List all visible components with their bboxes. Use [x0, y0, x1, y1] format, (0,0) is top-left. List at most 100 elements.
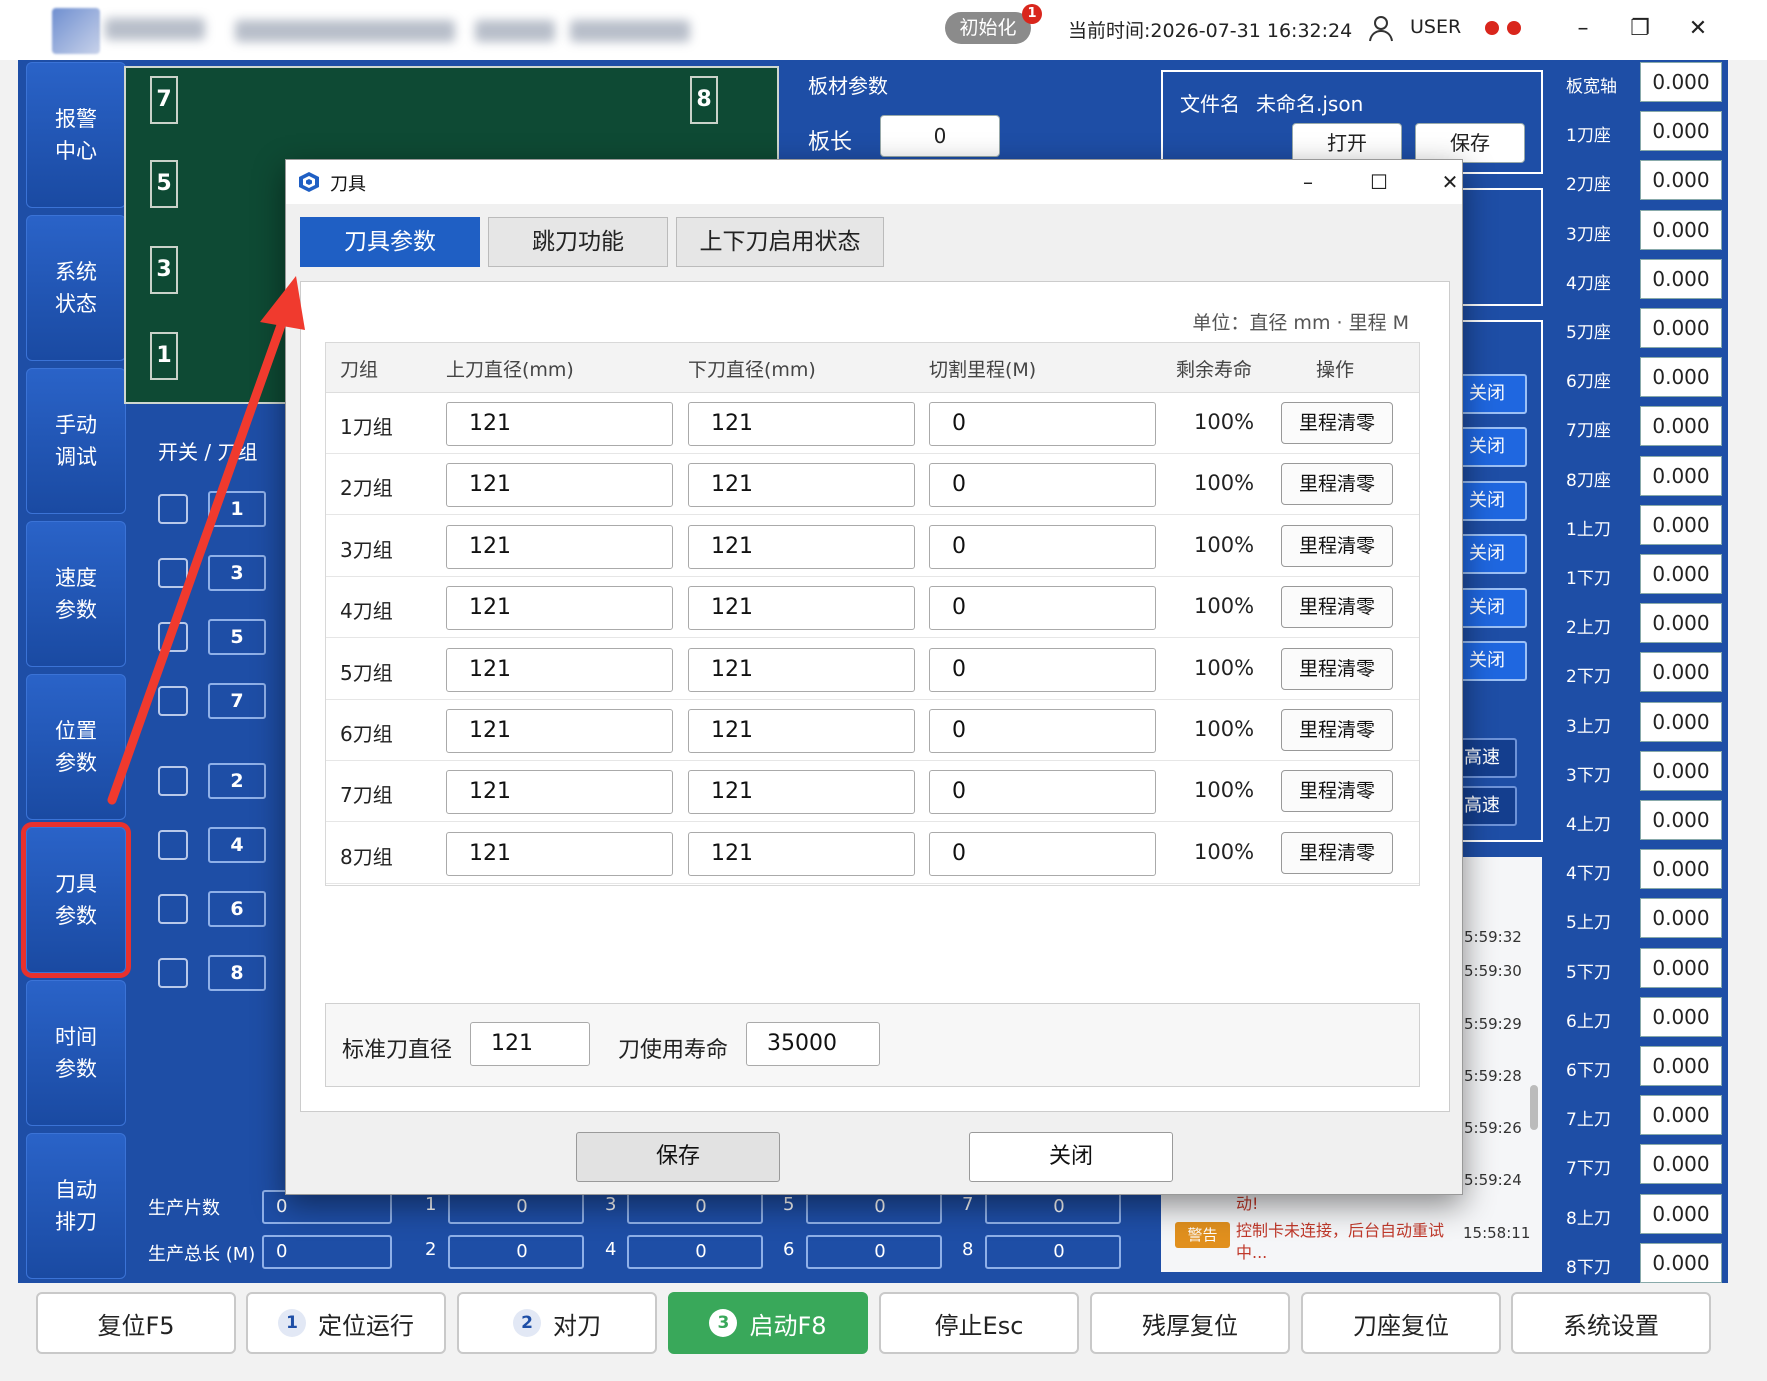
upper-diameter-input[interactable]: 121	[446, 831, 673, 876]
toolbar-button-0[interactable]: 复位F5	[36, 1292, 236, 1354]
tab-skip-knife[interactable]: 跳刀功能	[488, 217, 668, 267]
knife-switch-checkbox[interactable]	[158, 558, 188, 588]
status-dot-icon	[1507, 21, 1521, 35]
knife-switch-checkbox[interactable]	[158, 830, 188, 860]
upper-diameter-input[interactable]: 121	[446, 586, 673, 631]
lower-diameter-input[interactable]: 121	[688, 524, 915, 569]
axis-value: 0.000	[1640, 357, 1722, 398]
mileage-input[interactable]: 0	[929, 463, 1156, 508]
lower-diameter-input[interactable]: 121	[688, 463, 915, 508]
mileage-input[interactable]: 0	[929, 586, 1156, 631]
sidebar-item-4[interactable]: 位置 参数	[26, 674, 126, 820]
sidebar-item-1[interactable]: 系统 状态	[26, 215, 126, 361]
toolbar-button-3[interactable]: 3 启动F8	[668, 1292, 868, 1354]
mileage-input[interactable]: 0	[929, 831, 1156, 876]
toolbar-button-4[interactable]: 停止Esc	[879, 1292, 1079, 1354]
upper-diameter-input[interactable]: 121	[446, 524, 673, 569]
production-value: 0	[985, 1235, 1121, 1269]
reset-mileage-button[interactable]: 里程清零	[1281, 402, 1393, 444]
reset-mileage-button[interactable]: 里程清零	[1281, 770, 1393, 813]
close-window-button[interactable]: ✕	[1680, 12, 1716, 46]
toolbar-button-1[interactable]: 1 定位运行	[246, 1292, 446, 1354]
std-diameter-label: 标准刀直径	[342, 1038, 453, 1063]
dialog-close-action-button[interactable]: 关闭	[969, 1132, 1173, 1182]
tab-knife-params[interactable]: 刀具参数	[300, 217, 480, 267]
lower-diameter-input[interactable]: 121	[688, 709, 915, 753]
layout-label: 8	[690, 76, 718, 124]
board-length-input[interactable]: 0	[880, 115, 1000, 157]
dialog-minimize-button[interactable]: –	[1288, 164, 1328, 200]
knife-switch-checkbox[interactable]	[158, 766, 188, 796]
log-entry-text: 控制卡未连接，后台自动重试中...	[1236, 1221, 1445, 1262]
reset-mileage-button[interactable]: 里程清零	[1281, 524, 1393, 567]
mileage-input[interactable]: 0	[929, 402, 1156, 446]
maximize-button[interactable]: ❐	[1622, 12, 1658, 46]
axis-label: 7下刀	[1566, 1159, 1611, 1180]
log-scrollbar[interactable]	[1530, 1085, 1538, 1130]
upper-diameter-input[interactable]: 121	[446, 402, 673, 446]
sidebar-item-3[interactable]: 速度 参数	[26, 521, 126, 667]
axis-label: 5刀座	[1566, 323, 1611, 343]
knife-switch-checkbox[interactable]	[158, 958, 188, 988]
toolbar-button-5[interactable]: 残厚复位	[1090, 1292, 1290, 1354]
knife-number-label: 3	[208, 555, 266, 591]
reset-mileage-button[interactable]: 里程清零	[1281, 463, 1393, 506]
save-file-button[interactable]: 保存	[1415, 123, 1525, 163]
knife-switch-checkbox[interactable]	[158, 686, 188, 716]
toolbar-button-2[interactable]: 2 对刀	[457, 1292, 657, 1354]
init-status-badge[interactable]: 初始化	[945, 12, 1031, 44]
toolbar-button-6[interactable]: 刀座复位	[1301, 1292, 1501, 1354]
user-icon[interactable]	[1368, 14, 1394, 42]
reset-mileage-button[interactable]: 里程清零	[1281, 831, 1393, 874]
lower-diameter-input[interactable]: 121	[688, 647, 915, 692]
production-index-label: 8	[962, 1239, 974, 1260]
production-value: 0	[448, 1235, 584, 1269]
tab-knife-enable-status[interactable]: 上下刀启用状态	[676, 217, 884, 267]
header-lower-diameter: 下刀直径(mm)	[688, 359, 816, 381]
sidebar-item-label: 速度	[55, 566, 97, 590]
sidebar-item-5[interactable]: 刀具 参数	[26, 827, 126, 973]
toolbar-button-7[interactable]: 系统设置	[1511, 1292, 1711, 1354]
dialog-save-button[interactable]: 保存	[576, 1132, 780, 1182]
mileage-input[interactable]: 0	[929, 709, 1156, 753]
status-dot-icon	[1485, 21, 1499, 35]
layout-label: 5	[150, 160, 178, 208]
axis-value: 0.000	[1640, 898, 1722, 939]
open-file-button[interactable]: 打开	[1292, 123, 1402, 163]
reset-mileage-button[interactable]: 里程清零	[1281, 647, 1393, 690]
reset-mileage-button[interactable]: 里程清零	[1281, 709, 1393, 751]
knife-switch-checkbox[interactable]	[158, 894, 188, 924]
upper-diameter-input[interactable]: 121	[446, 709, 673, 753]
mileage-input[interactable]: 0	[929, 524, 1156, 569]
dialog-close-button[interactable]: ✕	[1430, 164, 1470, 200]
lower-diameter-input[interactable]: 121	[688, 831, 915, 876]
user-name[interactable]: USER	[1410, 16, 1461, 38]
upper-diameter-input[interactable]: 121	[446, 463, 673, 508]
knife-switch-checkbox[interactable]	[158, 494, 188, 524]
lower-diameter-input[interactable]: 121	[688, 586, 915, 631]
minimize-button[interactable]: –	[1565, 12, 1601, 46]
mileage-input[interactable]: 0	[929, 647, 1156, 692]
axis-label: 3上刀	[1566, 716, 1611, 737]
upper-diameter-input[interactable]: 121	[446, 647, 673, 692]
axis-value: 0.000	[1640, 1242, 1722, 1283]
lower-diameter-input[interactable]: 121	[688, 770, 915, 815]
sidebar-item-label: 参数	[55, 1057, 97, 1081]
sidebar-item-7[interactable]: 自动 排刀	[26, 1133, 126, 1279]
reset-mileage-button[interactable]: 里程清零	[1281, 586, 1393, 629]
sidebar-item-2[interactable]: 手动 调试	[26, 368, 126, 514]
sidebar-item-6[interactable]: 时间 参数	[26, 980, 126, 1126]
axis-label: 6上刀	[1566, 1011, 1611, 1032]
dialog-maximize-button[interactable]: ☐	[1359, 164, 1399, 200]
production-value: 0	[627, 1235, 763, 1269]
upper-diameter-input[interactable]: 121	[446, 770, 673, 815]
toolbar-button-label: 对刀	[553, 1311, 601, 1340]
sidebar-item-0[interactable]: 报警 中心	[26, 62, 126, 208]
axis-label: 8上刀	[1566, 1208, 1611, 1229]
mileage-input[interactable]: 0	[929, 770, 1156, 815]
std-diameter-input[interactable]: 121	[470, 1022, 590, 1066]
knife-switch-checkbox[interactable]	[158, 622, 188, 652]
knife-life-input[interactable]: 35000	[746, 1022, 880, 1066]
axis-label: 5下刀	[1566, 962, 1611, 983]
lower-diameter-input[interactable]: 121	[688, 402, 915, 446]
